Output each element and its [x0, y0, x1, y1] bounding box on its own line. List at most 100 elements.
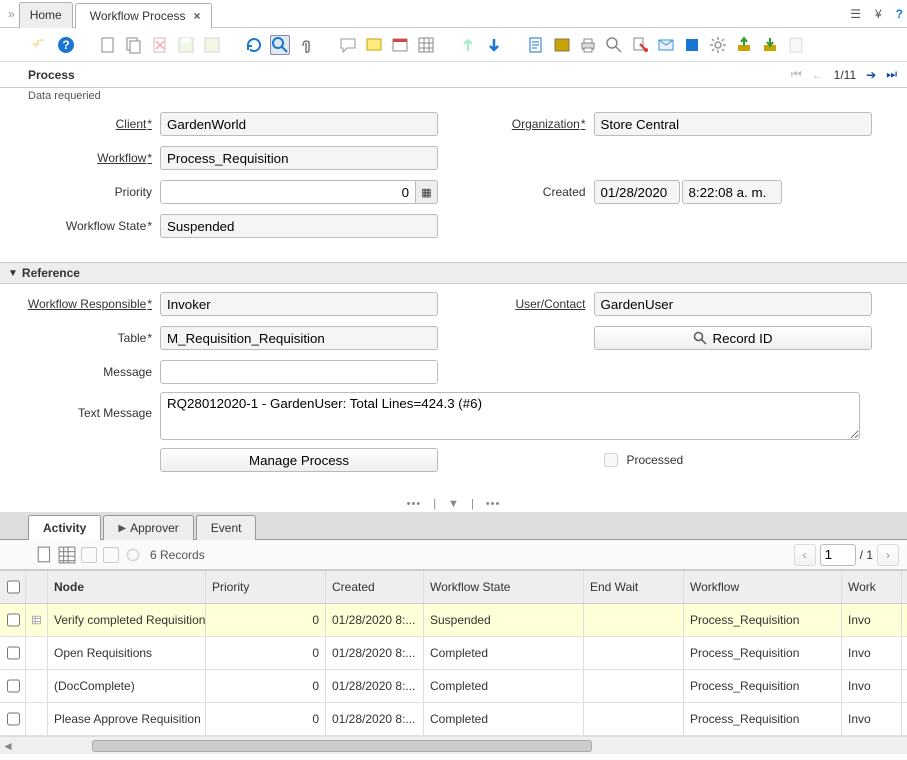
reference-section-header[interactable]: ▼ Reference: [0, 262, 907, 284]
print-icon[interactable]: [578, 35, 598, 55]
table-row[interactable]: Please Approve Requisition001/28/2020 8:…: [0, 703, 907, 736]
cell-created: 01/28/2020 8:...: [326, 670, 424, 702]
text-message-field[interactable]: RQ28012020-1 - GardenUser: Total Lines=4…: [160, 392, 860, 440]
cell-state: Completed: [424, 637, 584, 669]
tab-home[interactable]: Home: [19, 2, 73, 28]
client-field[interactable]: [160, 112, 438, 136]
collapse-down-icon[interactable]: ¥: [875, 7, 882, 21]
created-time-field[interactable]: [682, 180, 782, 204]
cell-state: Suspended: [424, 604, 584, 636]
user-contact-field[interactable]: [594, 292, 872, 316]
processed-checkbox[interactable]: [604, 453, 618, 467]
refresh-icon[interactable]: [244, 35, 264, 55]
col-header-checkbox[interactable]: [0, 571, 26, 603]
detail-save-icon: [80, 546, 98, 564]
col-header-created[interactable]: Created: [326, 571, 424, 603]
help-toolbar-icon[interactable]: ?: [56, 35, 76, 55]
new-icon[interactable]: [98, 35, 118, 55]
calculator-icon[interactable]: ▦: [416, 180, 438, 204]
row-checkbox[interactable]: [0, 604, 26, 636]
col-header-node[interactable]: Node: [48, 571, 206, 603]
col-header-action: [26, 571, 48, 603]
copy-icon[interactable]: [124, 35, 144, 55]
import-icon[interactable]: [760, 35, 780, 55]
tab-home-label: Home: [30, 8, 62, 22]
label-client[interactable]: Client*: [20, 117, 160, 131]
detail-delete-icon: [102, 546, 120, 564]
tab-workflow-process[interactable]: Workflow Process ×: [75, 3, 212, 29]
row-checkbox[interactable]: [0, 670, 26, 702]
zoom-icon[interactable]: [604, 35, 624, 55]
tab-approver-label: Approver: [130, 521, 179, 535]
detail-new-icon[interactable]: [36, 546, 54, 564]
col-header-endwait[interactable]: End Wait: [584, 571, 684, 603]
workflow-state-field[interactable]: [160, 214, 438, 238]
col-header-state[interactable]: Workflow State: [424, 571, 584, 603]
cell-workflow-resp: Invo: [842, 604, 902, 636]
activity-grid: Node Priority Created Workflow State End…: [0, 570, 907, 736]
label-organization[interactable]: Organization*: [454, 117, 594, 131]
col-header-workflow[interactable]: Workflow: [684, 571, 842, 603]
manage-process-button[interactable]: Manage Process: [160, 448, 438, 472]
organization-field[interactable]: [594, 112, 872, 136]
help-icon[interactable]: ?: [896, 7, 903, 21]
menu-icon[interactable]: ☰: [850, 7, 861, 21]
report-icon[interactable]: [526, 35, 546, 55]
tab-activity[interactable]: Activity: [28, 515, 101, 540]
message-field[interactable]: [160, 360, 438, 384]
row-edit-icon[interactable]: [26, 604, 48, 636]
workflow-responsible-field[interactable]: [160, 292, 438, 316]
doc-action-icon[interactable]: [630, 35, 650, 55]
expand-detail-icon[interactable]: ▼: [448, 498, 459, 510]
archive-icon[interactable]: [552, 35, 572, 55]
request-icon[interactable]: [656, 35, 676, 55]
last-record-icon[interactable]: ⏭: [886, 67, 897, 82]
scroll-left-icon[interactable]: ◄: [0, 739, 16, 753]
created-date-field[interactable]: [594, 180, 680, 204]
attachment-icon[interactable]: [296, 35, 316, 55]
label-table: Table*: [20, 331, 160, 345]
gear-icon[interactable]: [708, 35, 728, 55]
cell-workflow-resp: Invo: [842, 670, 902, 702]
cell-created: 01/28/2020 8:...: [326, 637, 424, 669]
table-row[interactable]: (DocComplete)001/28/2020 8:...CompletedP…: [0, 670, 907, 703]
product-icon[interactable]: [682, 35, 702, 55]
row-checkbox[interactable]: [0, 637, 26, 669]
table-field[interactable]: [160, 326, 438, 350]
col-header-priority[interactable]: Priority: [206, 571, 326, 603]
export-icon[interactable]: [734, 35, 754, 55]
tab-event[interactable]: Event: [196, 515, 257, 540]
more-icon-right[interactable]: •••: [486, 498, 501, 510]
next-record-icon[interactable]: ➔: [866, 68, 876, 82]
note-icon[interactable]: [364, 35, 384, 55]
expand-left-icon[interactable]: »: [8, 7, 15, 21]
child-icon[interactable]: [484, 35, 504, 55]
horizontal-scrollbar[interactable]: ◄: [0, 736, 907, 754]
collapse-triangle-icon[interactable]: ▼: [8, 268, 18, 279]
page-input[interactable]: [820, 544, 856, 566]
label-user-contact[interactable]: User/Contact: [454, 297, 594, 311]
chat-icon[interactable]: [338, 35, 358, 55]
tab-approver[interactable]: ▶ Approver: [103, 515, 193, 540]
table-row[interactable]: Open Requisitions001/28/2020 8:...Comple…: [0, 637, 907, 670]
row-edit-icon[interactable]: [26, 637, 48, 669]
scrollbar-thumb[interactable]: [92, 740, 592, 752]
calendar-icon[interactable]: [390, 35, 410, 55]
grid-icon[interactable]: [416, 35, 436, 55]
table-row[interactable]: Verify completed Requisition001/28/2020 …: [0, 604, 907, 637]
parent-icon: [458, 35, 478, 55]
more-icon-left[interactable]: •••: [407, 498, 422, 510]
row-checkbox[interactable]: [0, 703, 26, 735]
workflow-field[interactable]: [160, 146, 438, 170]
row-edit-icon[interactable]: [26, 670, 48, 702]
close-tab-icon[interactable]: ×: [194, 9, 201, 23]
record-id-button[interactable]: Record ID: [594, 326, 872, 350]
label-workflow[interactable]: Workflow*: [20, 151, 160, 165]
col-header-workflow-resp[interactable]: Work: [842, 571, 902, 603]
tab-active-label: Workflow Process: [90, 9, 186, 23]
label-workflow-responsible[interactable]: Workflow Responsible*: [20, 297, 160, 311]
detail-edit-icon[interactable]: [58, 546, 76, 564]
priority-input[interactable]: [160, 180, 416, 204]
row-edit-icon[interactable]: [26, 703, 48, 735]
search-icon[interactable]: [270, 35, 290, 55]
